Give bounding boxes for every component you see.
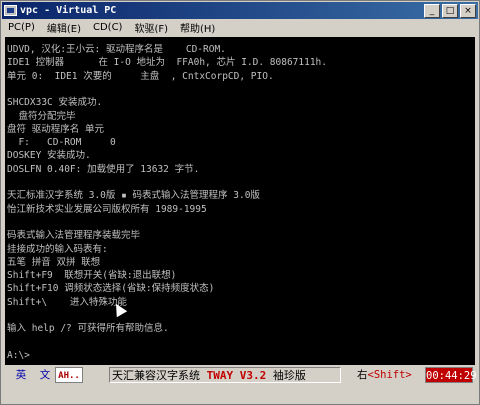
terminal-line: 挂接成功的输入码表有: [7, 243, 108, 255]
terminal-line: DOSLFN 0.40F: 加载使用了 13632 字节. [7, 163, 200, 175]
window-controls: _ □ × [424, 3, 476, 18]
terminal-line: A:\> [7, 349, 30, 361]
terminal-line: 单元 0: IDE1 次要的 主盘 , CntxCorpCD, PIO. [7, 70, 274, 82]
window-bottom-border [2, 387, 478, 404]
virtual-pc-window: vpc - Virtual PC _ □ × PC(P) 编辑(E) CD(C)… [0, 0, 480, 405]
menu-floppy[interactable]: 软驱(F) [128, 20, 174, 35]
english-mode-indicator[interactable]: 英 [7, 367, 35, 383]
shift-key-indicator: <Shift> [367, 369, 412, 381]
minimize-button[interactable]: _ [424, 3, 440, 18]
terminal-line: SHCDX33C 安装成功. [7, 97, 103, 109]
clock: 00:44:29 [425, 367, 477, 383]
ah-indicator: AH.. [55, 367, 83, 383]
maximize-button[interactable]: □ [442, 3, 458, 18]
wen-mode-indicator[interactable]: 文 [35, 367, 55, 383]
dos-screen[interactable]: UDVD, 汉化:王小云: 驱动程序名是 CD-ROM. IDE1 控制器 在 I… [5, 37, 475, 365]
chinese-system-status-bar: 英 文 AH.. 天汇兼容汉字系统 TWAY V3.2 袖珍版 右<Shift>… [5, 365, 477, 385]
terminal-line: 怡江新技术实业发展公司版权所有 1989-1995 [7, 203, 207, 215]
system-version: TWAY V3.2 [206, 369, 267, 382]
system-name-panel: 天汇兼容汉字系统 TWAY V3.2 袖珍版 [109, 367, 341, 383]
terminal-line: 输入 help /? 可获得所有帮助信息. [7, 323, 169, 335]
title-bar[interactable]: vpc - Virtual PC _ □ × [2, 2, 478, 19]
terminal-line: Shift+F9 联想开关(省缺:退出联想) [7, 270, 177, 282]
terminal-line: 盘符 驱动程序名 单元 [7, 123, 104, 135]
terminal-line: UDVD, 汉化:王小云: 驱动程序名是 CD-ROM. [7, 44, 226, 55]
terminal-line: F: CD-ROM 0 [7, 137, 116, 149]
menu-help[interactable]: 帮助(H) [174, 20, 221, 35]
menu-cd[interactable]: CD(C) [87, 22, 128, 33]
terminal-line: DOSKEY 安装成功. [7, 150, 91, 162]
system-edition: 袖珍版 [272, 369, 306, 382]
virtual-pc-icon [4, 5, 17, 16]
terminal-line: 天汇标准汉字系统 3.0版 ▪ 码表式输入法管理程序 3.0版 [7, 190, 260, 202]
terminal-line: 码表式输入法管理程序装载完毕 [7, 230, 141, 242]
terminal-line: IDE1 控制器 在 I-O 地址为 FFA0h, 芯片 I.D. 808671… [7, 57, 327, 69]
right-label: 右 [357, 369, 368, 381]
terminal-line: 五笔 拼音 双拼 联想 [7, 256, 101, 268]
terminal-line: Shift+\ 进入特殊功能 [7, 296, 127, 308]
close-button[interactable]: × [460, 3, 476, 18]
window-title: vpc - Virtual PC [20, 5, 117, 16]
terminal-line: Shift+F10 调频状态选择(省缺:保持频度状态) [7, 283, 215, 295]
menu-pc[interactable]: PC(P) [2, 22, 41, 33]
terminal-line: 盘符分配完毕 [7, 110, 76, 122]
shift-status: 右<Shift> [357, 367, 423, 383]
menu-edit[interactable]: 编辑(E) [41, 20, 87, 35]
menu-bar: PC(P) 编辑(E) CD(C) 软驱(F) 帮助(H) [2, 19, 478, 36]
system-name: 天汇兼容汉字系统 [112, 369, 200, 382]
